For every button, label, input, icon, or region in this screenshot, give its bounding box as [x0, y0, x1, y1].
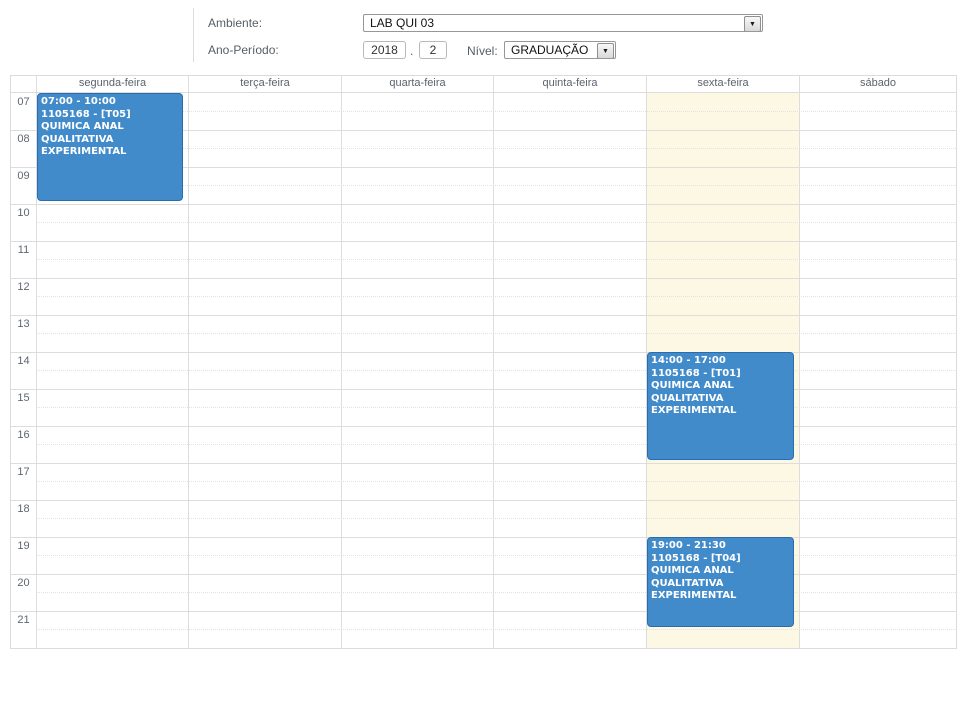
ambiente-select[interactable]: LAB QUI 03 ▼: [363, 14, 763, 32]
calendar-event-1[interactable]: 14:00 - 17:001105168 - [T01]QUIMICA ANAL…: [647, 352, 794, 460]
ano-periodo-label: Ano-Período:: [208, 43, 279, 57]
half-hour-line: [36, 481, 956, 482]
dropdown-arrow-icon[interactable]: ▼: [744, 16, 761, 32]
hour-label-12: 12: [11, 281, 36, 293]
day-header-0: segunda-feira: [36, 76, 188, 92]
ano-periodo-separator: .: [410, 44, 413, 58]
calendar-body: 07 08 09 10 11 12 13 14 15 16 17 18 19 20 21 07:00 - 10…: [11, 93, 956, 648]
hour-line: [11, 611, 956, 612]
nivel-select[interactable]: GRADUAÇÃO ▼: [504, 41, 616, 59]
half-hour-line: [36, 592, 956, 593]
half-hour-line: [36, 518, 956, 519]
event-time: 14:00 - 17:00: [651, 355, 790, 368]
hour-line: [11, 389, 956, 390]
half-hour-line: [36, 407, 956, 408]
event-title-line: EXPERIMENTAL: [41, 146, 179, 159]
hour-label-21: 21: [11, 614, 36, 626]
half-hour-line: [36, 370, 956, 371]
hour-line: [11, 463, 956, 464]
hour-label-09: 09: [11, 170, 36, 182]
hour-label-15: 15: [11, 392, 36, 404]
calendar-event-2[interactable]: 19:00 - 21:301105168 - [T04]QUIMICA ANAL…: [647, 537, 794, 627]
hour-line: [11, 204, 956, 205]
calendar-header: segunda-feiraterça-feiraquarta-feiraquin…: [11, 76, 956, 93]
day-header-3: quinta-feira: [493, 76, 646, 92]
hour-line: [11, 537, 956, 538]
event-title-line: 1105168 - [T05]: [41, 109, 179, 122]
nivel-label: Nível:: [467, 44, 498, 58]
hour-label-18: 18: [11, 503, 36, 515]
half-hour-line: [36, 222, 956, 223]
hour-line: [11, 241, 956, 242]
hour-label-16: 16: [11, 429, 36, 441]
hour-label-10: 10: [11, 207, 36, 219]
half-hour-line: [36, 296, 956, 297]
hour-line: [11, 500, 956, 501]
event-title-line: EXPERIMENTAL: [651, 405, 790, 418]
day-header-5: sábado: [799, 76, 956, 92]
week-calendar: segunda-feiraterça-feiraquarta-feiraquin…: [10, 75, 957, 649]
half-hour-line: [36, 259, 956, 260]
half-hour-line: [36, 333, 956, 334]
event-time: 07:00 - 10:00: [41, 96, 179, 109]
half-hour-line: [36, 444, 956, 445]
day-header-4: sexta-feira: [646, 76, 799, 92]
ano-input[interactable]: [363, 41, 406, 59]
form-divider: [193, 8, 194, 62]
hour-label-07: 07: [11, 96, 36, 108]
event-title-line: 1105168 - [T04]: [651, 553, 790, 566]
hour-label-20: 20: [11, 577, 36, 589]
ambiente-label: Ambiente:: [208, 16, 262, 30]
calendar-event-0[interactable]: 07:00 - 10:001105168 - [T05]QUIMICA ANAL…: [37, 93, 183, 201]
hour-line: [11, 315, 956, 316]
hour-label-19: 19: [11, 540, 36, 552]
dropdown-arrow-icon[interactable]: ▼: [597, 43, 614, 59]
hour-line: [11, 278, 956, 279]
event-title-line: QUALITATIVA: [651, 578, 790, 591]
event-title-line: EXPERIMENTAL: [651, 590, 790, 603]
calendar-corner-cell: [11, 76, 36, 92]
hour-label-14: 14: [11, 355, 36, 367]
event-title-line: QUIMICA ANAL: [651, 565, 790, 578]
hour-label-11: 11: [11, 244, 36, 256]
hour-label-08: 08: [11, 133, 36, 145]
ambiente-selected-value: LAB QUI 03: [370, 16, 434, 30]
event-title-line: QUALITATIVA: [651, 393, 790, 406]
day-header-2: quarta-feira: [341, 76, 493, 92]
hour-label-13: 13: [11, 318, 36, 330]
hour-line: [11, 352, 956, 353]
event-title-line: QUIMICA ANAL: [41, 121, 179, 134]
day-header-1: terça-feira: [188, 76, 341, 92]
half-hour-line: [36, 555, 956, 556]
nivel-selected-value: GRADUAÇÃO: [511, 43, 588, 57]
hour-line: [11, 426, 956, 427]
hour-line: [11, 574, 956, 575]
event-title-line: QUIMICA ANAL: [651, 380, 790, 393]
half-hour-line: [36, 629, 956, 630]
periodo-input[interactable]: [419, 41, 447, 59]
event-time: 19:00 - 21:30: [651, 540, 790, 553]
event-title-line: 1105168 - [T01]: [651, 368, 790, 381]
event-title-line: QUALITATIVA: [41, 134, 179, 147]
hour-label-17: 17: [11, 466, 36, 478]
